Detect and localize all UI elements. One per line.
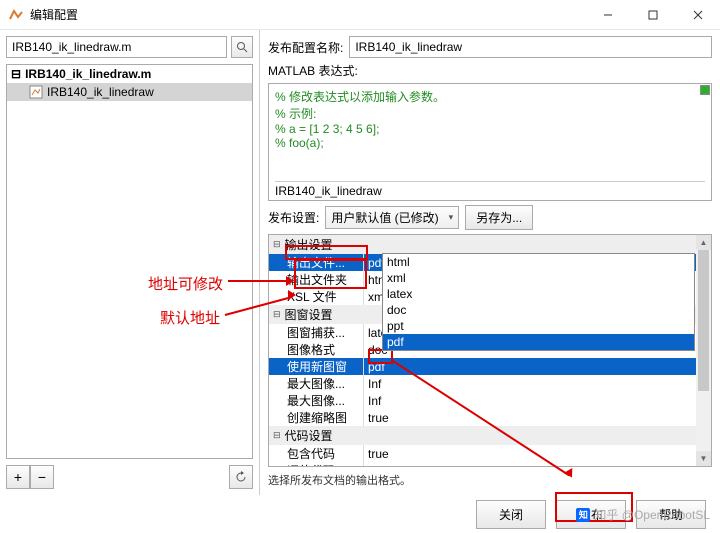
scroll-up-icon[interactable]: ▲	[696, 235, 711, 250]
publish-config-icon	[29, 85, 43, 99]
minimize-button[interactable]	[585, 0, 630, 29]
app-icon	[8, 7, 24, 23]
group-output[interactable]: 输出设置	[269, 235, 711, 254]
prop-row[interactable]: 最大图像...Inf	[269, 392, 711, 409]
expr-line: % foo(a);	[275, 136, 705, 150]
dropdown-option[interactable]: latex	[383, 286, 694, 302]
dropdown-option[interactable]: xml	[383, 270, 694, 286]
tree-root-item[interactable]: ⊟ IRB140_ik_linedraw.m	[7, 65, 252, 83]
add-config-button[interactable]: +	[6, 465, 30, 489]
expr-line: % 修改表达式以添加输入参数。	[275, 88, 705, 105]
save-as-button[interactable]: 另存为...	[465, 205, 533, 230]
scrollbar[interactable]: ▲ ▼	[696, 235, 711, 466]
prop-row[interactable]: 评估代码true	[269, 462, 711, 466]
search-button[interactable]	[231, 36, 253, 58]
remove-config-button[interactable]: −	[30, 465, 54, 489]
property-grid: 输出设置 输出文件... pdf html xml latex doc ppt …	[268, 234, 712, 467]
settings-label: 发布设置:	[268, 209, 319, 226]
right-pane: 发布配置名称: MATLAB 表达式: % 修改表达式以添加输入参数。 % 示例…	[260, 30, 720, 495]
scroll-down-icon[interactable]: ▼	[696, 451, 711, 466]
expr-footer: IRB140_ik_linedraw	[275, 181, 705, 198]
settings-preset-combo[interactable]: 用户默认值 (已修改)	[325, 206, 459, 229]
expression-editor[interactable]: % 修改表达式以添加输入参数。 % 示例: % a = [1 2 3; 4 5 …	[268, 83, 712, 201]
prop-row[interactable]: 最大图像...Inf	[269, 375, 711, 392]
dialog-button-bar: 关闭 发布 帮助	[0, 495, 720, 533]
tree-child-label: IRB140_ik_linedraw	[47, 85, 154, 99]
maximize-button[interactable]	[630, 0, 675, 29]
prop-row[interactable]: 创建缩略图true	[269, 409, 711, 426]
titlebar: 编辑配置	[0, 0, 720, 30]
left-pane: ⊟ IRB140_ik_linedraw.m IRB140_ik_linedra…	[0, 30, 260, 495]
pub-name-input[interactable]	[349, 36, 712, 58]
tree-root-label: IRB140_ik_linedraw.m	[25, 67, 151, 81]
collapse-icon: ⊟	[11, 67, 21, 81]
property-help-text: 选择所发布文档的输出格式。	[268, 471, 712, 489]
publish-button[interactable]: 发布	[556, 500, 626, 529]
code-status-icon	[700, 85, 710, 95]
expr-line: % 示例:	[275, 105, 705, 122]
prop-row[interactable]: 使用新图窗pdf	[269, 358, 711, 375]
expr-label: MATLAB 表达式:	[268, 62, 712, 79]
dropdown-option[interactable]: html	[383, 254, 694, 270]
group-code[interactable]: 代码设置	[269, 426, 711, 445]
tree-child-item[interactable]: IRB140_ik_linedraw	[7, 83, 252, 101]
close-button[interactable]	[675, 0, 720, 29]
file-filter-input[interactable]	[6, 36, 227, 58]
config-tree[interactable]: ⊟ IRB140_ik_linedraw.m IRB140_ik_linedra…	[6, 64, 253, 459]
scroll-thumb[interactable]	[698, 250, 709, 391]
prop-row[interactable]: 包含代码true	[269, 445, 711, 462]
expr-line: % a = [1 2 3; 4 5 6];	[275, 122, 705, 136]
window-title: 编辑配置	[30, 6, 585, 23]
dropdown-option[interactable]: ppt	[383, 318, 694, 334]
refresh-button[interactable]	[229, 465, 253, 489]
close-dialog-button[interactable]: 关闭	[476, 500, 546, 529]
output-format-dropdown[interactable]: html xml latex doc ppt pdf	[382, 253, 695, 351]
dropdown-option[interactable]: pdf	[383, 334, 694, 350]
help-button[interactable]: 帮助	[636, 500, 706, 529]
dropdown-option[interactable]: doc	[383, 302, 694, 318]
pub-name-label: 发布配置名称:	[268, 39, 343, 56]
